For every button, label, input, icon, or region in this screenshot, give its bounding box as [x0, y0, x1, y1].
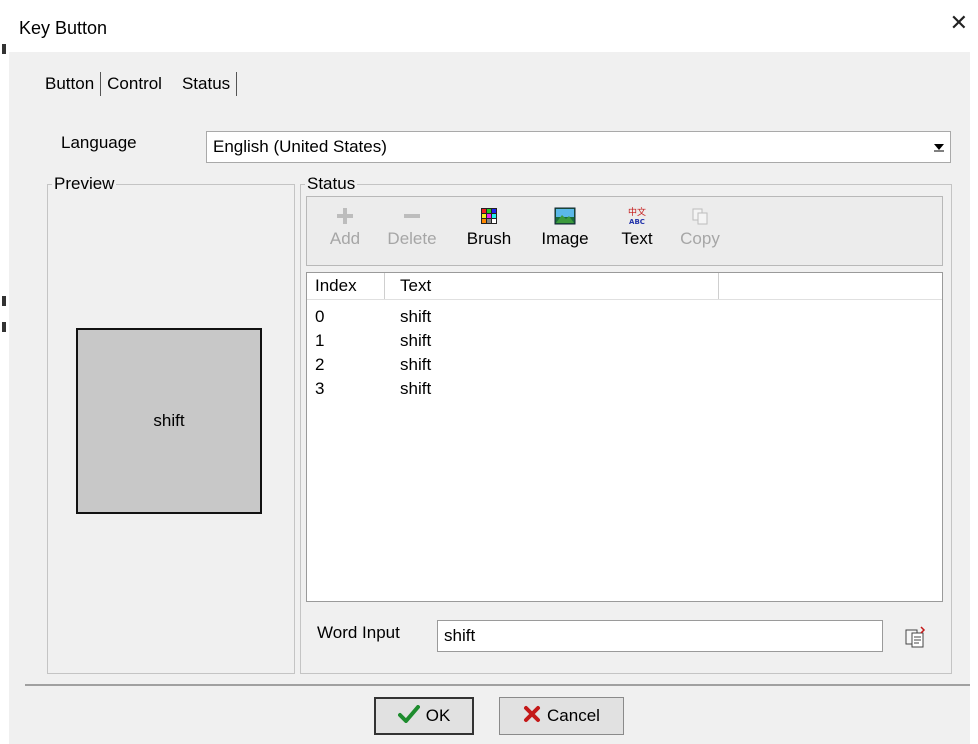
row-index: 2	[315, 355, 325, 374]
dialog-content: Button Control Status Language English (…	[9, 52, 970, 744]
copy-button-label: Copy	[680, 229, 720, 248]
tab-separator	[236, 72, 238, 96]
row-text: shift	[400, 355, 432, 374]
close-icon[interactable]: ✕	[950, 12, 968, 34]
preview-legend: Preview	[54, 174, 115, 193]
row-text: shift	[400, 379, 432, 398]
word-input-field[interactable]	[437, 620, 883, 652]
footer-divider	[25, 684, 970, 686]
column-separator	[384, 273, 385, 299]
cancel-button-label: Cancel	[547, 706, 600, 725]
svg-text:中文: 中文	[628, 206, 646, 218]
tab-status[interactable]: Status	[168, 74, 236, 94]
copy-button[interactable]: Copy	[678, 203, 722, 249]
text-button[interactable]: 中文 ABC Text	[614, 203, 660, 249]
row-index: 1	[315, 331, 325, 350]
language-select-value: English (United States)	[213, 137, 387, 156]
minus-icon	[383, 203, 441, 229]
text-button-label: Text	[621, 229, 653, 248]
plus-icon	[327, 203, 363, 229]
x-mark-icon	[523, 705, 541, 728]
image-button[interactable]: Image	[534, 203, 596, 249]
copy-text-icon[interactable]	[904, 626, 928, 653]
ok-button[interactable]: OK	[374, 697, 474, 735]
add-button[interactable]: Add	[327, 203, 363, 249]
status-list[interactable]: Index Text 0 shift 1 shift 2 shift 3 shi…	[306, 272, 943, 602]
brush-button-label: Brush	[466, 229, 512, 248]
preview-button-text: shift	[153, 411, 185, 430]
column-header-index[interactable]: Index	[315, 276, 357, 296]
list-item[interactable]: 0 shift	[307, 307, 907, 331]
svg-text:ABC: ABC	[629, 218, 645, 226]
tab-strip: Button Control Status	[39, 69, 238, 99]
image-icon	[534, 203, 596, 229]
row-text: shift	[400, 307, 432, 326]
tab-control[interactable]: Control	[101, 74, 168, 94]
key-button-dialog: Key Button ✕ Button Control Status Langu…	[0, 0, 978, 744]
column-separator	[718, 273, 719, 299]
window-title: Key Button	[19, 18, 108, 38]
word-input-label: Word Input	[317, 623, 400, 642]
status-toolbar: Add Delete Brush Image 中文 ABC Text Copy	[306, 196, 943, 266]
delete-button-label: Delete	[387, 229, 437, 248]
row-index: 0	[315, 307, 325, 326]
language-label: Language	[61, 133, 137, 152]
left-window-edge	[0, 0, 9, 744]
list-item[interactable]: 3 shift	[307, 379, 907, 403]
image-button-label: Image	[541, 229, 589, 248]
delete-button[interactable]: Delete	[383, 203, 441, 249]
row-index: 3	[315, 379, 325, 398]
preview-key-button: shift	[76, 328, 262, 514]
list-item[interactable]: 2 shift	[307, 355, 907, 379]
tab-button[interactable]: Button	[39, 74, 100, 94]
checkmark-icon	[397, 704, 420, 728]
add-button-label: Add	[329, 229, 361, 248]
language-select[interactable]: English (United States)	[206, 131, 951, 163]
text-language-icon: 中文 ABC	[614, 203, 660, 229]
dropdown-arrow-icon[interactable]	[929, 133, 949, 161]
list-item[interactable]: 1 shift	[307, 331, 907, 355]
cancel-button[interactable]: Cancel	[499, 697, 624, 735]
ok-button-label: OK	[425, 706, 451, 725]
brush-palette-icon	[461, 203, 517, 229]
status-legend: Status	[307, 174, 356, 193]
title-bar: Key Button ✕	[9, 0, 978, 52]
row-text: shift	[400, 331, 432, 350]
list-header: Index Text	[307, 273, 942, 300]
brush-button[interactable]: Brush	[461, 203, 517, 249]
list-rows: 0 shift 1 shift 2 shift 3 shift	[307, 307, 907, 403]
column-header-text[interactable]: Text	[400, 276, 431, 296]
copy-icon	[678, 203, 722, 229]
